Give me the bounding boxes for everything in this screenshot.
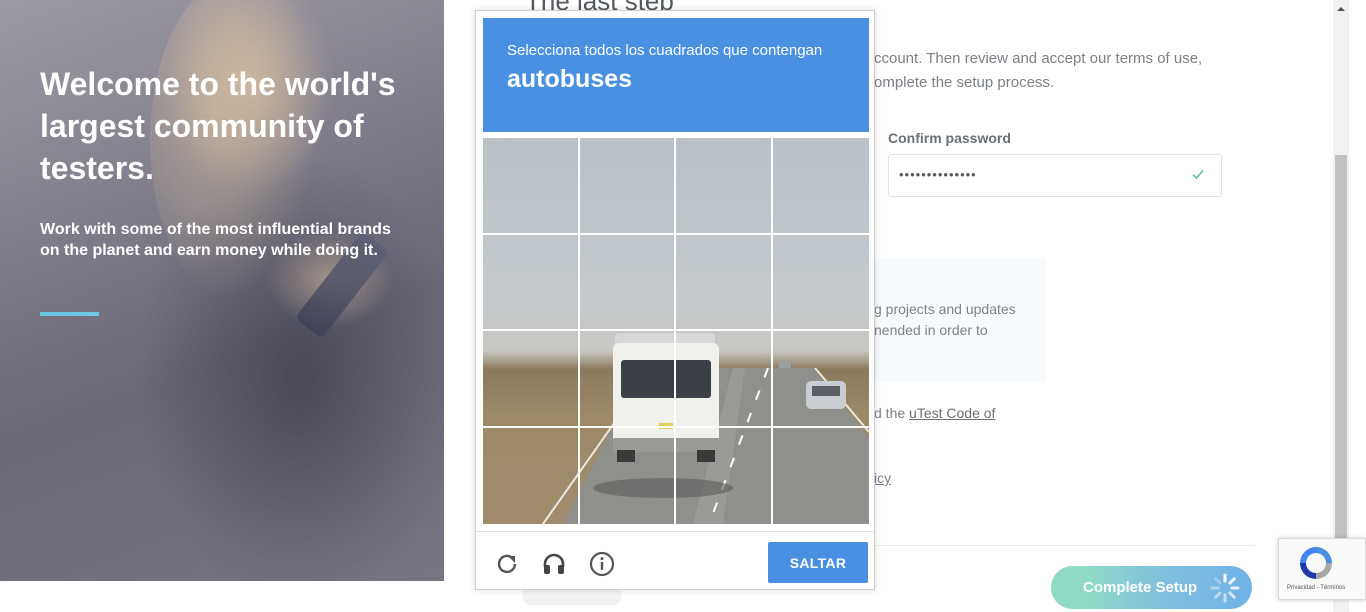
captcha-tile[interactable] [483,138,580,235]
check-icon [1192,170,1204,180]
captcha-tile[interactable] [676,234,773,331]
reload-icon[interactable] [494,551,520,577]
captcha-tile[interactable] [676,331,773,428]
captcha-instruction: Selecciona todos los cuadrados que conte… [507,42,823,59]
code-of-conduct-text: d the uTest Code of [874,405,995,421]
info-icon[interactable] [589,551,615,577]
hero-divider [40,312,99,316]
captcha-tile[interactable] [773,428,870,525]
captcha-tile[interactable] [580,427,676,524]
spinner-icon [1210,573,1240,603]
info-text: g projects and updates nended in order t… [874,301,1016,338]
confirm-password-field[interactable]: •••••••••••••• [888,154,1222,197]
skip-button[interactable]: SALTAR [768,542,868,583]
scroll-up-arrow-icon[interactable] [1335,4,1347,14]
confirm-password-value: •••••••••••••• [899,167,977,182]
code-prefix: d the [874,405,910,421]
captcha-tile[interactable] [772,331,869,428]
captcha-tile[interactable] [772,138,869,235]
captcha-image-grid [483,138,869,524]
hero-title: Welcome to the world's largest community… [40,66,396,186]
captcha-header: Selecciona todos los cuadrados que conte… [483,18,869,132]
recaptcha-links[interactable]: Privacidad - Términos [1287,585,1345,591]
headphones-icon[interactable] [541,551,567,577]
captcha-tile[interactable] [483,427,580,524]
captcha-tile[interactable] [676,138,773,235]
intro-text: ccount. Then review and accept our terms… [874,50,1203,91]
captcha-tiles [483,138,869,524]
confirm-password-label: Confirm password [888,130,1011,146]
captcha-tile[interactable] [483,234,580,331]
recaptcha-logo-icon [1300,547,1332,579]
captcha-tile[interactable] [579,234,676,331]
captcha-tile[interactable] [579,138,676,235]
form-divider [875,545,1255,546]
scrollbar-thumb[interactable] [1335,155,1347,539]
hero-subtitle: Work with some of the most influential b… [40,221,391,259]
captcha-tile[interactable] [579,331,676,428]
captcha-tile[interactable] [676,427,773,524]
captcha-challenge: Selecciona todos los cuadrados que conte… [475,10,875,590]
captcha-tile[interactable] [483,331,580,428]
captcha-footer-divider [476,531,874,532]
hero-panel: Welcome to the world's largest community… [0,0,444,581]
privacy-policy-link[interactable]: icy [874,470,891,486]
code-of-conduct-link[interactable]: uTest Code of [909,405,995,421]
recaptcha-badge[interactable]: Privacidad - Términos [1278,538,1366,600]
captcha-tile[interactable] [772,235,869,331]
page-root: Welcome to the world's largest community… [0,0,1366,612]
captcha-target: autobuses [507,65,633,93]
